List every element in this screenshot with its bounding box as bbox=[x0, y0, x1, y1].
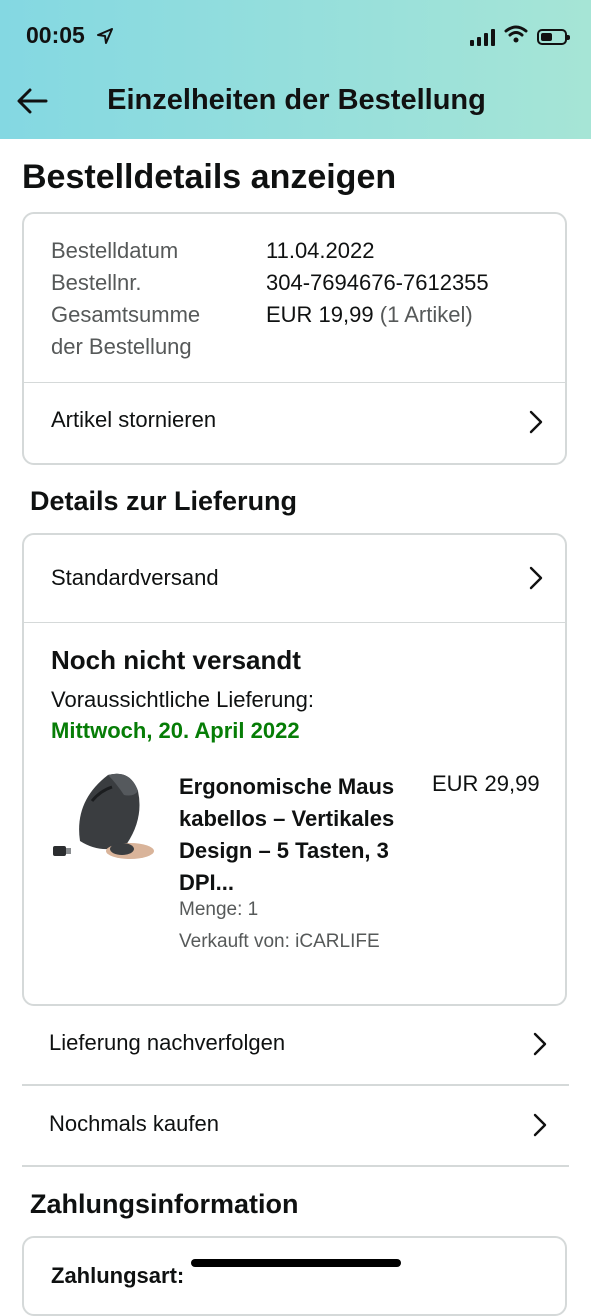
product-price: EUR 29,99 bbox=[432, 771, 540, 796]
status-icons bbox=[470, 25, 570, 48]
order-summary-card: Bestelldatum 11.04.2022 Bestellnr. 304-7… bbox=[22, 212, 567, 465]
payment-section-title: Zahlungsinformation bbox=[30, 1189, 299, 1219]
nav-title: Einzelheiten der Bestellung bbox=[107, 84, 486, 116]
delivery-card: Standardversand Noch nicht versandt Vora… bbox=[22, 533, 567, 1006]
payment-card[interactable]: Zahlungsart: bbox=[22, 1236, 567, 1316]
chevron-right-icon bbox=[529, 566, 543, 590]
order-total-value: EUR 19,99 (1 Artikel) bbox=[266, 302, 473, 328]
location-arrow-icon bbox=[97, 23, 114, 50]
chevron-right-icon bbox=[533, 1113, 547, 1137]
payment-method-label: Zahlungsart: bbox=[51, 1263, 185, 1288]
shipping-method-row[interactable]: Standardversand bbox=[24, 535, 565, 622]
battery-icon bbox=[537, 28, 570, 45]
product-quantity: Menge: 1 bbox=[179, 899, 259, 920]
order-number-label: Bestellnr. bbox=[51, 270, 142, 295]
track-delivery-row[interactable]: Lieferung nachverfolgen bbox=[22, 1006, 569, 1086]
buy-again-label: Nochmals kaufen bbox=[49, 1111, 219, 1136]
shipping-method-label: Standardversand bbox=[51, 565, 219, 590]
divider bbox=[24, 622, 565, 623]
home-indicator[interactable] bbox=[191, 1259, 401, 1267]
product-image[interactable] bbox=[50, 761, 160, 871]
app-header: 00:05 Einzelheiten der Bestellung bbox=[0, 0, 591, 139]
order-total-items: (1 Artikel) bbox=[379, 302, 473, 327]
buy-again-row[interactable]: Nochmals kaufen bbox=[22, 1087, 569, 1167]
cancel-items-row[interactable]: Artikel stornieren bbox=[24, 383, 565, 465]
wifi-icon bbox=[504, 25, 528, 48]
status-time: 00:05 bbox=[26, 22, 114, 50]
expected-delivery-date: Mittwoch, 20. April 2022 bbox=[51, 718, 300, 743]
product-seller: Verkauft von: iCARLIFE bbox=[179, 931, 380, 952]
page-title: Bestelldetails anzeigen bbox=[22, 158, 397, 196]
order-date-label: Bestelldatum bbox=[51, 238, 179, 263]
chevron-right-icon bbox=[533, 1032, 547, 1056]
product-title[interactable]: Ergonomische Maus kabellos – Vertikales … bbox=[179, 771, 419, 899]
chevron-right-icon bbox=[529, 410, 543, 434]
order-total-label: Gesamtsumme bbox=[51, 302, 201, 327]
order-date-value: 11.04.2022 bbox=[266, 238, 375, 263]
signal-icon bbox=[470, 28, 495, 46]
order-total-label-line2: der Bestellung bbox=[51, 334, 192, 359]
track-delivery-label: Lieferung nachverfolgen bbox=[49, 1030, 286, 1055]
shipment-status: Noch nicht versandt bbox=[51, 645, 301, 675]
delivery-section-title: Details zur Lieferung bbox=[30, 486, 298, 516]
order-total-amount: EUR 19,99 bbox=[266, 302, 374, 327]
status-time-text: 00:05 bbox=[26, 22, 85, 48]
expected-delivery-label: Voraussichtliche Lieferung: bbox=[51, 687, 314, 712]
order-number-value: 304-7694676-7612355 bbox=[266, 270, 489, 295]
cancel-items-label: Artikel stornieren bbox=[51, 407, 217, 432]
